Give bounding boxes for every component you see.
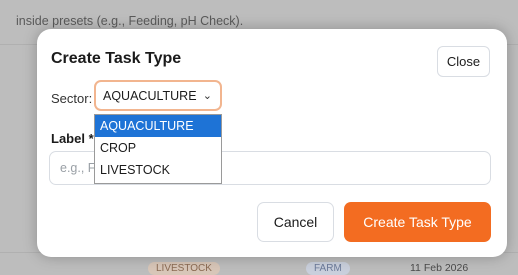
- livestock-badge: LIVESTOCK: [148, 262, 220, 275]
- create-task-type-modal: Create Task Type Close Sector: AQUACULTU…: [37, 29, 507, 257]
- sector-option-crop[interactable]: CROP: [95, 137, 221, 159]
- sector-option-aquaculture[interactable]: AQUACULTURE: [95, 115, 221, 137]
- label-field-label: Label *: [51, 131, 94, 146]
- sector-label: Sector:: [51, 91, 93, 106]
- sector-dropdown-list: AQUACULTURE CROP LIVESTOCK: [94, 114, 222, 184]
- background-hint-text: inside presets (e.g., Feeding, pH Check)…: [16, 14, 244, 28]
- cancel-button[interactable]: Cancel: [257, 202, 334, 242]
- farm-badge: FARM: [306, 262, 350, 275]
- create-task-type-button[interactable]: Create Task Type: [344, 202, 491, 242]
- chevron-down-icon: ⌄: [202, 90, 212, 102]
- modal-title: Create Task Type: [51, 50, 182, 67]
- sector-select[interactable]: AQUACULTURE ⌄: [94, 80, 222, 111]
- row-date: 11 Feb 2026: [410, 262, 469, 274]
- sector-option-livestock[interactable]: LIVESTOCK: [95, 159, 221, 181]
- sector-selected-value: AQUACULTURE: [103, 88, 197, 103]
- close-button[interactable]: Close: [437, 46, 490, 77]
